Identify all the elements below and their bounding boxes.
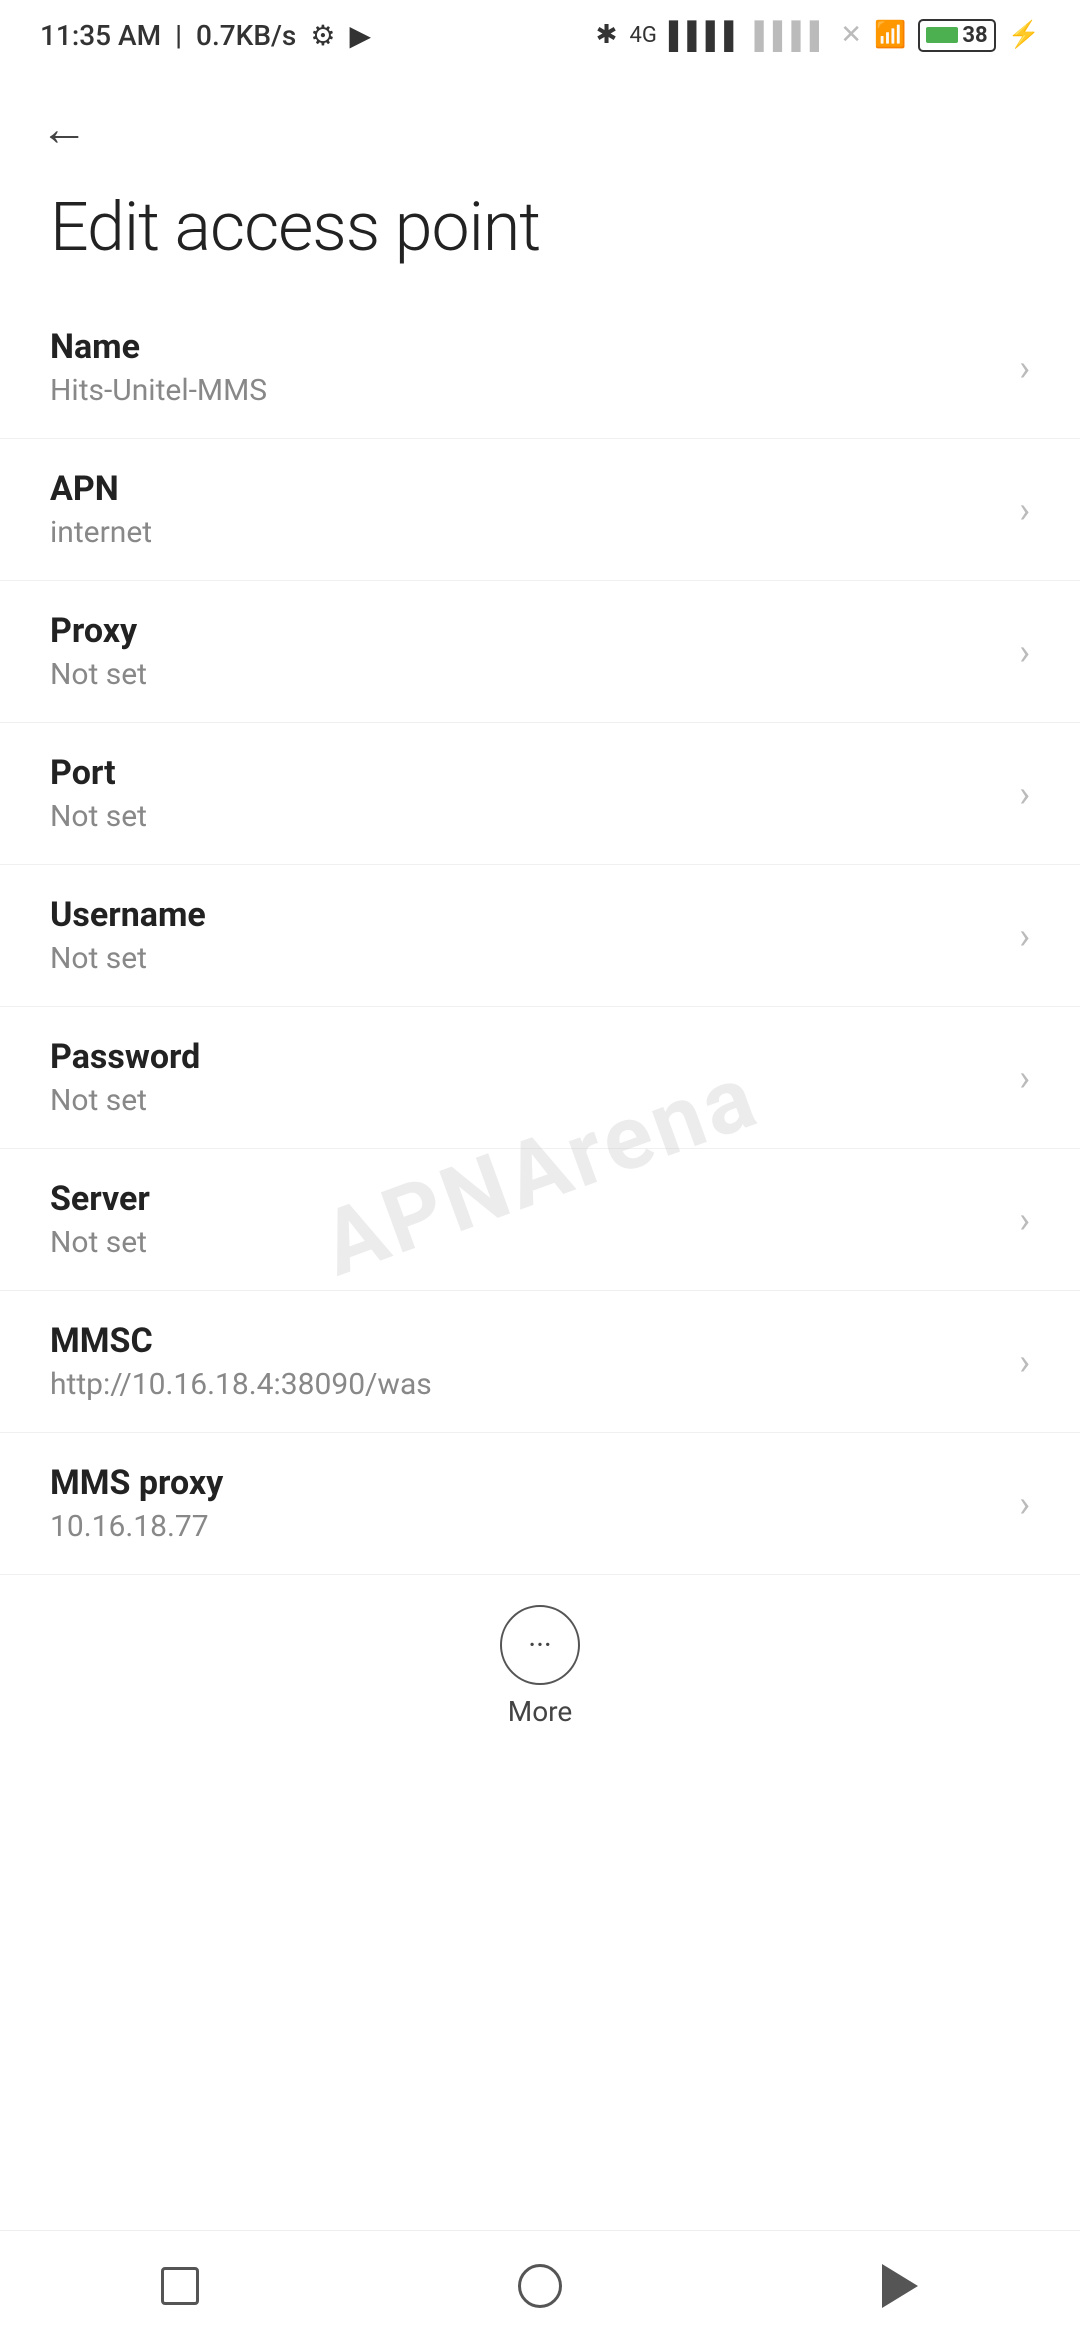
settings-list: Name Hits-Unitel-MMS › APN internet › Pr… — [0, 297, 1080, 1575]
back-icon — [882, 2264, 918, 2308]
settings-value-proxy: Not set — [50, 657, 999, 692]
battery-fill — [926, 27, 958, 43]
settings-label-mmsc: MMSC — [50, 1321, 999, 1361]
settings-label-password: Password — [50, 1037, 999, 1077]
chevron-right-icon-apn: › — [1019, 489, 1030, 531]
settings-item-mms-proxy[interactable]: MMS proxy 10.16.18.77 › — [0, 1433, 1080, 1575]
settings-value-apn: internet — [50, 515, 999, 550]
settings-item-content-mms-proxy: MMS proxy 10.16.18.77 — [50, 1463, 999, 1544]
settings-item-apn[interactable]: APN internet › — [0, 439, 1080, 581]
settings-label-port: Port — [50, 753, 999, 793]
status-left: 11:35 AM | 0.7KB/s ⚙ ▶ — [40, 19, 371, 52]
settings-item-content-username: Username Not set — [50, 895, 999, 976]
more-label: More — [508, 1695, 573, 1728]
settings-item-content-name: Name Hits-Unitel-MMS — [50, 327, 999, 408]
settings-label-name: Name — [50, 327, 999, 367]
settings-value-mmsc: http://10.16.18.4:38090/was — [50, 1367, 999, 1402]
battery-percent: 38 — [962, 23, 987, 48]
nav-home-button[interactable] — [500, 2246, 580, 2326]
nav-recent-apps-button[interactable] — [140, 2246, 220, 2326]
recent-apps-icon — [161, 2267, 199, 2305]
settings-label-proxy: Proxy — [50, 611, 999, 651]
chevron-right-icon-mmsc: › — [1019, 1341, 1030, 1383]
settings-item-content-mmsc: MMSC http://10.16.18.4:38090/was — [50, 1321, 999, 1402]
more-button[interactable]: ··· — [500, 1605, 580, 1685]
network-speed: 0.7KB/s — [196, 19, 296, 52]
settings-item-username[interactable]: Username Not set › — [0, 865, 1080, 1007]
signal-bars2-icon: ▌▌▌▌ — [755, 20, 829, 51]
chevron-right-icon-port: › — [1019, 773, 1030, 815]
settings-label-mms-proxy: MMS proxy — [50, 1463, 999, 1503]
settings-item-content-password: Password Not set — [50, 1037, 999, 1118]
settings-item-server[interactable]: Server Not set › — [0, 1149, 1080, 1291]
bluetooth-icon: ✱ — [596, 20, 618, 50]
settings-value-port: Not set — [50, 799, 999, 834]
time-display: 11:35 AM — [40, 19, 161, 52]
settings-item-content-port: Port Not set — [50, 753, 999, 834]
chevron-right-icon-name: › — [1019, 347, 1030, 389]
wifi-icon: 📶 — [874, 20, 906, 50]
status-bar: 11:35 AM | 0.7KB/s ⚙ ▶ ✱ 4G ▌▌▌▌ ▌▌▌▌ ✕ … — [0, 0, 1080, 70]
chevron-right-icon-password: › — [1019, 1057, 1030, 1099]
settings-item-port[interactable]: Port Not set › — [0, 723, 1080, 865]
settings-value-mms-proxy: 10.16.18.77 — [50, 1509, 999, 1544]
signal-bars-icon: ▌▌▌▌ — [669, 20, 743, 51]
speed-display: | — [175, 19, 182, 52]
back-button[interactable]: ← — [0, 70, 1080, 167]
bottom-nav-bar — [0, 2230, 1080, 2340]
settings-label-apn: APN — [50, 469, 999, 509]
chevron-right-icon-username: › — [1019, 915, 1030, 957]
page-title: Edit access point — [0, 167, 1080, 297]
settings-label-username: Username — [50, 895, 999, 935]
settings-item-mmsc[interactable]: MMSC http://10.16.18.4:38090/was › — [0, 1291, 1080, 1433]
settings-item-content-apn: APN internet — [50, 469, 999, 550]
settings-label-server: Server — [50, 1179, 999, 1219]
battery-indicator: 38 — [918, 19, 995, 52]
camera-icon: ▶ — [349, 19, 371, 52]
settings-icon: ⚙ — [310, 19, 335, 52]
settings-value-username: Not set — [50, 941, 999, 976]
home-icon — [518, 2264, 562, 2308]
settings-item-proxy[interactable]: Proxy Not set › — [0, 581, 1080, 723]
settings-item-content-proxy: Proxy Not set — [50, 611, 999, 692]
settings-item-name[interactable]: Name Hits-Unitel-MMS › — [0, 297, 1080, 439]
status-icons-right: ✱ 4G ▌▌▌▌ ▌▌▌▌ ✕ 📶 38 ⚡ — [596, 19, 1040, 52]
settings-item-content-server: Server Not set — [50, 1179, 999, 1260]
charging-icon: ⚡ — [1008, 20, 1040, 50]
chevron-right-icon-proxy: › — [1019, 631, 1030, 673]
settings-value-server: Not set — [50, 1225, 999, 1260]
nav-back-button[interactable] — [860, 2246, 940, 2326]
chevron-right-icon-mms-proxy: › — [1019, 1483, 1030, 1525]
chevron-right-icon-server: › — [1019, 1199, 1030, 1241]
settings-item-password[interactable]: Password Not set › — [0, 1007, 1080, 1149]
no-signal-icon: ✕ — [840, 20, 862, 50]
back-arrow-icon[interactable]: ← — [40, 100, 88, 157]
more-section: ··· More — [0, 1575, 1080, 1748]
more-dots-icon: ··· — [528, 1628, 552, 1663]
signal-4g-icon: 4G — [629, 23, 656, 48]
settings-value-password: Not set — [50, 1083, 999, 1118]
settings-value-name: Hits-Unitel-MMS — [50, 373, 999, 408]
